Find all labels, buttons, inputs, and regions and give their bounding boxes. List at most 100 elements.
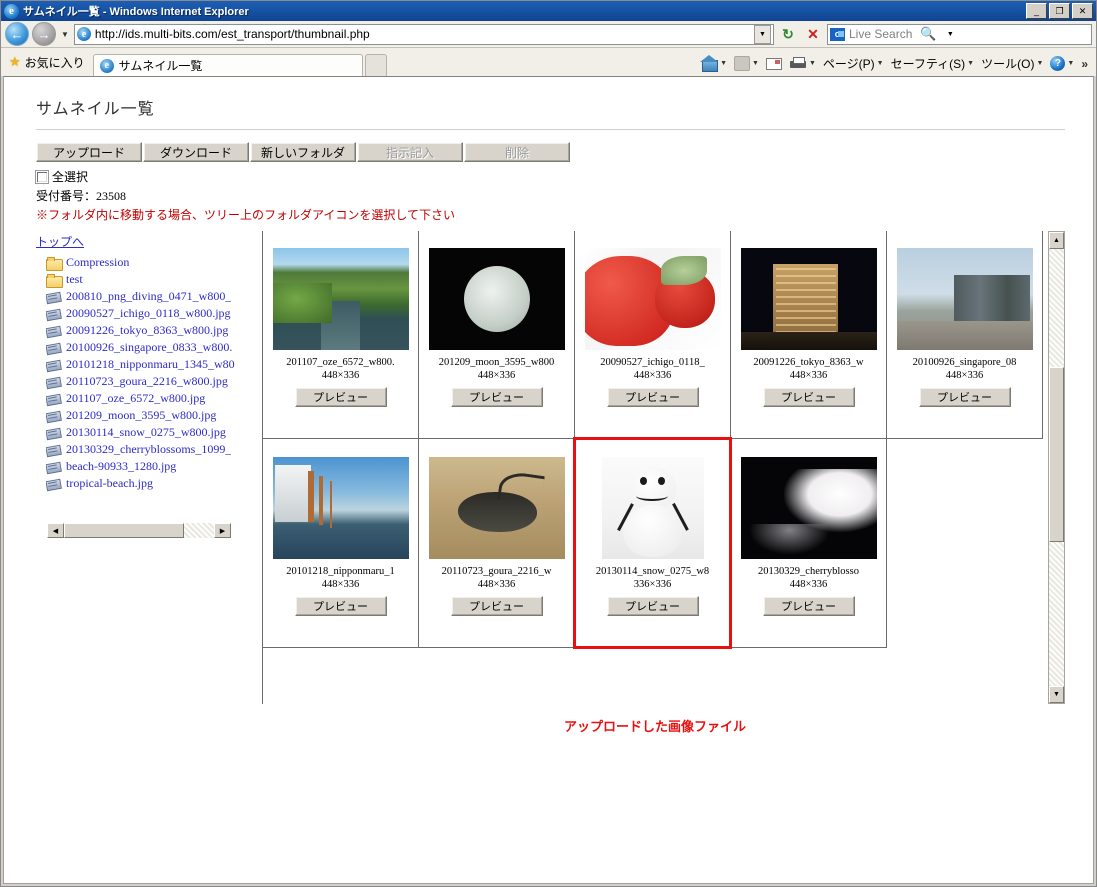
hscroll-track[interactable] [64, 523, 214, 538]
thumbnail-image[interactable] [601, 457, 704, 559]
thumbnail-image[interactable] [428, 457, 565, 559]
grid-cell[interactable]: 20090527_ichigo_0118_ 448×336 プレビュー [574, 231, 731, 439]
favorites-button[interactable]: ★ お気に入り [5, 50, 93, 74]
tree-item-file[interactable]: 201209_moon_3595_w800.jpg [46, 407, 254, 424]
command-overflow-icon[interactable]: » [1078, 57, 1088, 71]
print-button[interactable]: ▼ [786, 56, 819, 71]
search-icon[interactable]: 🔍 [916, 24, 940, 45]
tree-item-file[interactable]: 20130329_cherryblossoms_1099_ [46, 441, 254, 458]
preview-button[interactable]: プレビュー [918, 387, 1011, 407]
recent-pages-caret[interactable]: ▼ [59, 30, 71, 39]
thumbnail-image[interactable] [740, 248, 877, 350]
preview-button[interactable]: プレビュー [762, 596, 855, 616]
select-all-label: 全選択 [52, 170, 89, 184]
tree-item-file[interactable]: 20101218_nipponmaru_1345_w80 [46, 356, 254, 373]
image-file-icon [46, 289, 62, 303]
select-all-checkbox[interactable] [35, 169, 49, 184]
grid-vertical-scrollbar[interactable]: ▲ ▼ [1048, 231, 1065, 704]
preview-button[interactable]: プレビュー [606, 387, 699, 407]
forward-button[interactable]: → [32, 22, 56, 46]
tree-item-file[interactable]: 20100926_singapore_0833_w800. [46, 339, 254, 356]
sidebar-horizontal-scrollbar[interactable]: ◀ ▶ [46, 522, 232, 539]
new-folder-button[interactable]: 新しいフォルダ [250, 142, 356, 162]
preview-button[interactable]: プレビュー [606, 596, 699, 616]
tree-item-compression[interactable]: Compression [46, 254, 254, 271]
page-toolbar: アップロード ダウンロード 新しいフォルダ 指示記入 削除 [36, 142, 1065, 162]
refresh-icon[interactable]: ↻ [777, 23, 799, 45]
safety-menu[interactable]: セーフティ(S) ▼ [888, 55, 978, 72]
top-link[interactable]: トップへ [36, 233, 84, 250]
select-all-row[interactable]: 全選択 [35, 168, 1065, 185]
browser-tab[interactable]: e サムネイル一覧 [92, 54, 363, 76]
maximize-button[interactable]: ❐ [1049, 3, 1070, 19]
preview-button[interactable]: プレビュー [450, 387, 543, 407]
upload-button[interactable]: アップロード [36, 142, 142, 162]
new-tab-button[interactable] [364, 54, 387, 76]
tools-menu[interactable]: ツール(O) ▼ [978, 55, 1046, 72]
help-button[interactable]: ? ▼ [1047, 56, 1077, 71]
feeds-caret-icon[interactable]: ▼ [752, 60, 759, 67]
tree-item-label: Compression [66, 255, 130, 269]
thumbnail-image[interactable] [740, 457, 877, 559]
print-caret-icon[interactable]: ▼ [809, 60, 816, 67]
scroll-left-icon[interactable]: ◀ [47, 523, 64, 538]
cell-filename: 201209_moon_3595_w800 [438, 357, 555, 368]
address-input[interactable]: e http://ids.multi-bits.com/est_transpor… [73, 23, 774, 45]
scroll-down-icon[interactable]: ▼ [1049, 686, 1064, 703]
preview-button[interactable]: プレビュー [294, 596, 387, 616]
tools-menu-caret-icon[interactable]: ▼ [1036, 60, 1043, 67]
vscroll-thumb[interactable] [1049, 367, 1064, 542]
title-bar: e サムネイル一覧 - Windows Internet Explorer _ … [1, 1, 1096, 21]
favorites-label: お気に入り [24, 55, 85, 70]
tree-item-file[interactable]: 20130114_snow_0275_w800.jpg [46, 424, 254, 441]
tree-item-label: 20101218_nipponmaru_1345_w80 [66, 357, 235, 371]
grid-cell[interactable]: 20100926_singapore_08 448×336 プレビュー [886, 231, 1043, 439]
thumbnail-area: test Compression 448×299 プレビュー [262, 231, 1065, 704]
grid-cell[interactable]: 201107_oze_6572_w800. 448×336 プレビュー [263, 231, 419, 439]
close-button[interactable]: ✕ [1072, 3, 1093, 19]
home-caret-icon[interactable]: ▼ [720, 60, 727, 67]
vscroll-track[interactable] [1049, 249, 1064, 686]
tree-item-test[interactable]: test [46, 271, 254, 288]
grid-cell-empty [886, 438, 1043, 648]
tree-item-file[interactable]: 20110723_goura_2216_w800.jpg [46, 373, 254, 390]
hscroll-thumb[interactable] [64, 523, 184, 538]
preview-button[interactable]: プレビュー [294, 387, 387, 407]
thumbnail-image[interactable] [896, 248, 1033, 350]
feeds-button[interactable]: ▼ [731, 56, 762, 71]
thumbnail-image[interactable] [272, 248, 409, 350]
search-dropdown-icon[interactable]: ▼ [944, 24, 956, 45]
grid-cell-uploaded[interactable]: 20130114_snow_0275_w8 336×336 プレビュー [573, 437, 732, 649]
minimize-button[interactable]: _ [1026, 3, 1047, 19]
thumbnail-image[interactable] [428, 248, 565, 350]
search-input[interactable]: o Live Search 🔍 ▼ [827, 23, 1092, 45]
preview-button[interactable]: プレビュー [450, 596, 543, 616]
grid-cell[interactable]: 20110723_goura_2216_w 448×336 プレビュー [418, 438, 575, 648]
tree-item-file[interactable]: 20091226_tokyo_8363_w800.jpg [46, 322, 254, 339]
back-button[interactable]: ← [5, 22, 29, 46]
grid-cell[interactable]: 20101218_nipponmaru_1 448×336 プレビュー [263, 438, 419, 648]
mail-button[interactable] [763, 57, 785, 70]
safety-menu-caret-icon[interactable]: ▼ [967, 60, 974, 67]
tree-item-file[interactable]: 20090527_ichigo_0118_w800.jpg [46, 305, 254, 322]
scroll-right-icon[interactable]: ▶ [214, 523, 231, 538]
star-icon: ★ [9, 54, 21, 69]
tree-item-file[interactable]: beach-90933_1280.jpg [46, 458, 254, 475]
page-menu[interactable]: ページ(P) ▼ [820, 55, 887, 72]
address-dropdown-icon[interactable]: ▼ [754, 24, 771, 44]
help-caret-icon[interactable]: ▼ [1067, 60, 1074, 67]
scroll-up-icon[interactable]: ▲ [1049, 232, 1064, 249]
preview-button[interactable]: プレビュー [762, 387, 855, 407]
stop-icon[interactable]: ✕ [802, 23, 824, 45]
tree-item-file[interactable]: 200810_png_diving_0471_w800_ [46, 288, 254, 305]
home-button[interactable]: ▼ [698, 55, 730, 72]
thumbnail-image[interactable] [584, 248, 721, 350]
tree-item-file[interactable]: 201107_oze_6572_w800.jpg [46, 390, 254, 407]
download-button[interactable]: ダウンロード [143, 142, 249, 162]
page-menu-caret-icon[interactable]: ▼ [877, 60, 884, 67]
grid-cell[interactable]: 20130329_cherryblosso 448×336 プレビュー [730, 438, 887, 648]
grid-cell[interactable]: 201209_moon_3595_w800 448×336 プレビュー [418, 231, 575, 439]
grid-cell[interactable]: 20091226_tokyo_8363_w 448×336 プレビュー [730, 231, 887, 439]
thumbnail-image[interactable] [272, 457, 409, 559]
tree-item-file[interactable]: tropical-beach.jpg [46, 475, 254, 492]
